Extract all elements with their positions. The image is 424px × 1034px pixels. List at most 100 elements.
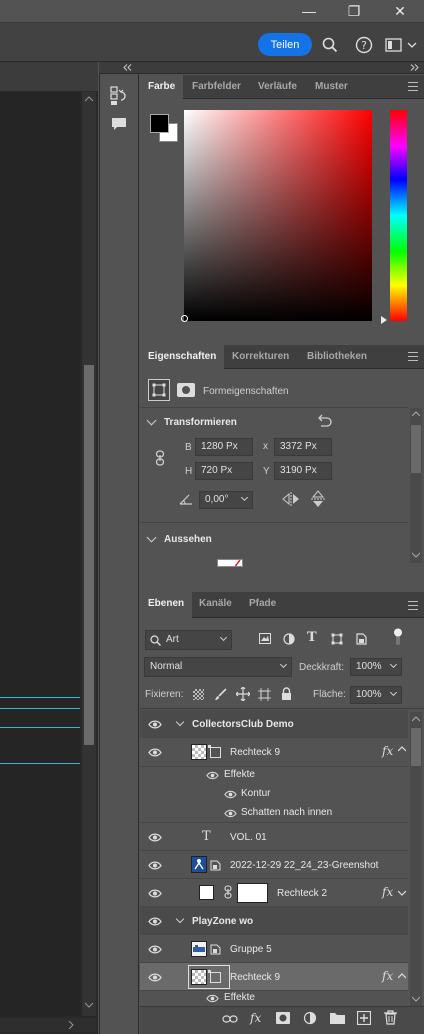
color-picker-handle[interactable]: [181, 315, 188, 322]
new-layer-icon[interactable]: [357, 1011, 371, 1025]
tab-libraries[interactable]: Bibliotheken: [299, 345, 375, 369]
eye-icon[interactable]: [148, 833, 162, 842]
history-icon[interactable]: [110, 86, 128, 106]
tab-adjustments[interactable]: Korrekturen: [224, 345, 297, 369]
angle-field[interactable]: 0,00°: [199, 491, 253, 509]
appearance-section-title[interactable]: Aussehen: [164, 534, 212, 545]
tab-channels[interactable]: Kanäle: [191, 592, 240, 616]
panel-menu-icon[interactable]: [408, 352, 418, 364]
layer-row[interactable]: Rechteck 9 fx: [140, 738, 408, 767]
fill-swatch[interactable]: [217, 559, 243, 567]
eye-icon[interactable]: [148, 748, 162, 757]
x-position-field[interactable]: 3372 Px: [274, 438, 332, 456]
panel-menu-icon[interactable]: [408, 601, 418, 613]
lock-all-icon[interactable]: [281, 687, 292, 700]
chevron-down-icon[interactable]: [389, 688, 398, 697]
chevron-up-icon[interactable]: [398, 746, 406, 752]
fx-icon[interactable]: fx: [382, 744, 393, 758]
foreground-color-swatch[interactable]: [150, 114, 169, 133]
y-position-field[interactable]: 3190 Px: [274, 462, 332, 480]
hue-slider-handle[interactable]: [380, 316, 388, 324]
document-tab[interactable]: [0, 62, 98, 92]
eye-icon[interactable]: [148, 917, 162, 926]
layer-row-selected[interactable]: Rechteck 9 fx: [140, 963, 408, 991]
scroll-right-icon[interactable]: [68, 1021, 74, 1029]
horizontal-scrollbar[interactable]: [0, 1018, 96, 1032]
search-icon[interactable]: [322, 37, 338, 53]
scroll-down-icon[interactable]: [412, 996, 420, 1002]
effects-row[interactable]: Effekte: [140, 767, 408, 784]
tab-color[interactable]: Farbe: [140, 75, 184, 99]
chevron-down-icon[interactable]: [175, 914, 185, 924]
minimize-button[interactable]: —: [292, 0, 326, 22]
expand-right-icon[interactable]: [409, 64, 419, 71]
eye-icon[interactable]: [148, 945, 162, 954]
color-field[interactable]: [181, 110, 372, 322]
trash-icon[interactable]: [384, 1010, 397, 1025]
eye-icon[interactable]: [148, 861, 162, 870]
chevron-up-icon[interactable]: [398, 973, 406, 979]
workspace-icon[interactable]: [385, 38, 419, 52]
layer-filter-select[interactable]: Art: [145, 630, 232, 650]
tab-patterns[interactable]: Muster: [307, 75, 356, 99]
lock-position-icon[interactable]: [236, 687, 250, 701]
tab-properties[interactable]: Eigenschaften: [140, 345, 225, 369]
scrollbar-thumb[interactable]: [84, 365, 94, 745]
layer-row[interactable]: 2022-12-29 22_24_23-Greenshot: [140, 851, 408, 879]
mask-icon[interactable]: [276, 1012, 290, 1024]
chevron-down-icon[interactable]: [279, 660, 288, 669]
layer-group[interactable]: PlayZone wo: [140, 907, 408, 935]
scroll-up-icon[interactable]: [412, 716, 420, 722]
chevron-down-icon[interactable]: [398, 890, 406, 896]
eye-icon[interactable]: [206, 771, 219, 780]
effects-row[interactable]: Effekte: [140, 991, 408, 1006]
filter-toggle[interactable]: [393, 628, 403, 646]
mask-properties-icon[interactable]: [177, 383, 195, 397]
blend-mode-select[interactable]: Normal: [144, 657, 292, 677]
help-icon[interactable]: ?: [355, 36, 373, 54]
filter-adjustment-icon[interactable]: [283, 633, 295, 645]
chevron-down-icon[interactable]: [175, 717, 185, 727]
flip-vertical-icon[interactable]: [311, 490, 325, 508]
share-button[interactable]: Teilen: [258, 33, 312, 56]
eye-icon[interactable]: [148, 720, 162, 729]
effect-row[interactable]: Kontur: [140, 784, 408, 803]
lock-pixels-icon[interactable]: [214, 688, 227, 701]
folder-icon[interactable]: [330, 1012, 345, 1024]
adjustment-icon[interactable]: [303, 1011, 317, 1025]
lock-transparency-icon[interactable]: [193, 689, 204, 700]
canvas[interactable]: [0, 92, 80, 1016]
panel-collapse-bar[interactable]: [99, 62, 424, 74]
layer-row[interactable]: Gruppe 5: [140, 935, 408, 963]
eye-icon[interactable]: [224, 790, 237, 799]
chevron-down-icon[interactable]: [389, 660, 398, 669]
tab-gradients[interactable]: Verläufe: [250, 75, 305, 99]
eye-icon[interactable]: [148, 889, 162, 898]
opacity-field[interactable]: 100%: [350, 658, 402, 676]
tab-layers[interactable]: Ebenen: [140, 592, 193, 618]
height-field[interactable]: 720 Px: [195, 462, 253, 480]
filter-shape-icon[interactable]: [331, 633, 343, 645]
fill-field[interactable]: 100%: [350, 686, 402, 704]
lock-artboard-icon[interactable]: [258, 688, 271, 701]
fx-icon[interactable]: fx: [382, 885, 393, 899]
width-field[interactable]: 1280 Px: [195, 438, 253, 456]
filter-type-icon[interactable]: T: [307, 630, 317, 645]
layer-group[interactable]: CollectorsClub Demo: [140, 710, 408, 738]
scroll-up-icon[interactable]: [85, 96, 93, 102]
eye-icon[interactable]: [148, 973, 162, 982]
chevron-down-icon[interactable]: [219, 633, 228, 642]
hue-slider[interactable]: [390, 110, 407, 321]
link-dimensions-icon[interactable]: [155, 450, 165, 466]
scroll-down-icon[interactable]: [85, 1002, 93, 1008]
tab-paths[interactable]: Pfade: [241, 592, 284, 616]
link-icon[interactable]: [222, 1014, 238, 1024]
shape-transform-button[interactable]: [148, 379, 170, 401]
filter-pixel-icon[interactable]: [259, 633, 271, 644]
filter-smartobject-icon[interactable]: [356, 633, 367, 645]
scrollbar-thumb[interactable]: [411, 425, 421, 473]
panel-menu-icon[interactable]: [408, 82, 418, 94]
transform-section-title[interactable]: Transformieren: [164, 417, 237, 428]
eye-icon[interactable]: [206, 994, 219, 1003]
layer-row[interactable]: T VOL. 01: [140, 823, 408, 851]
